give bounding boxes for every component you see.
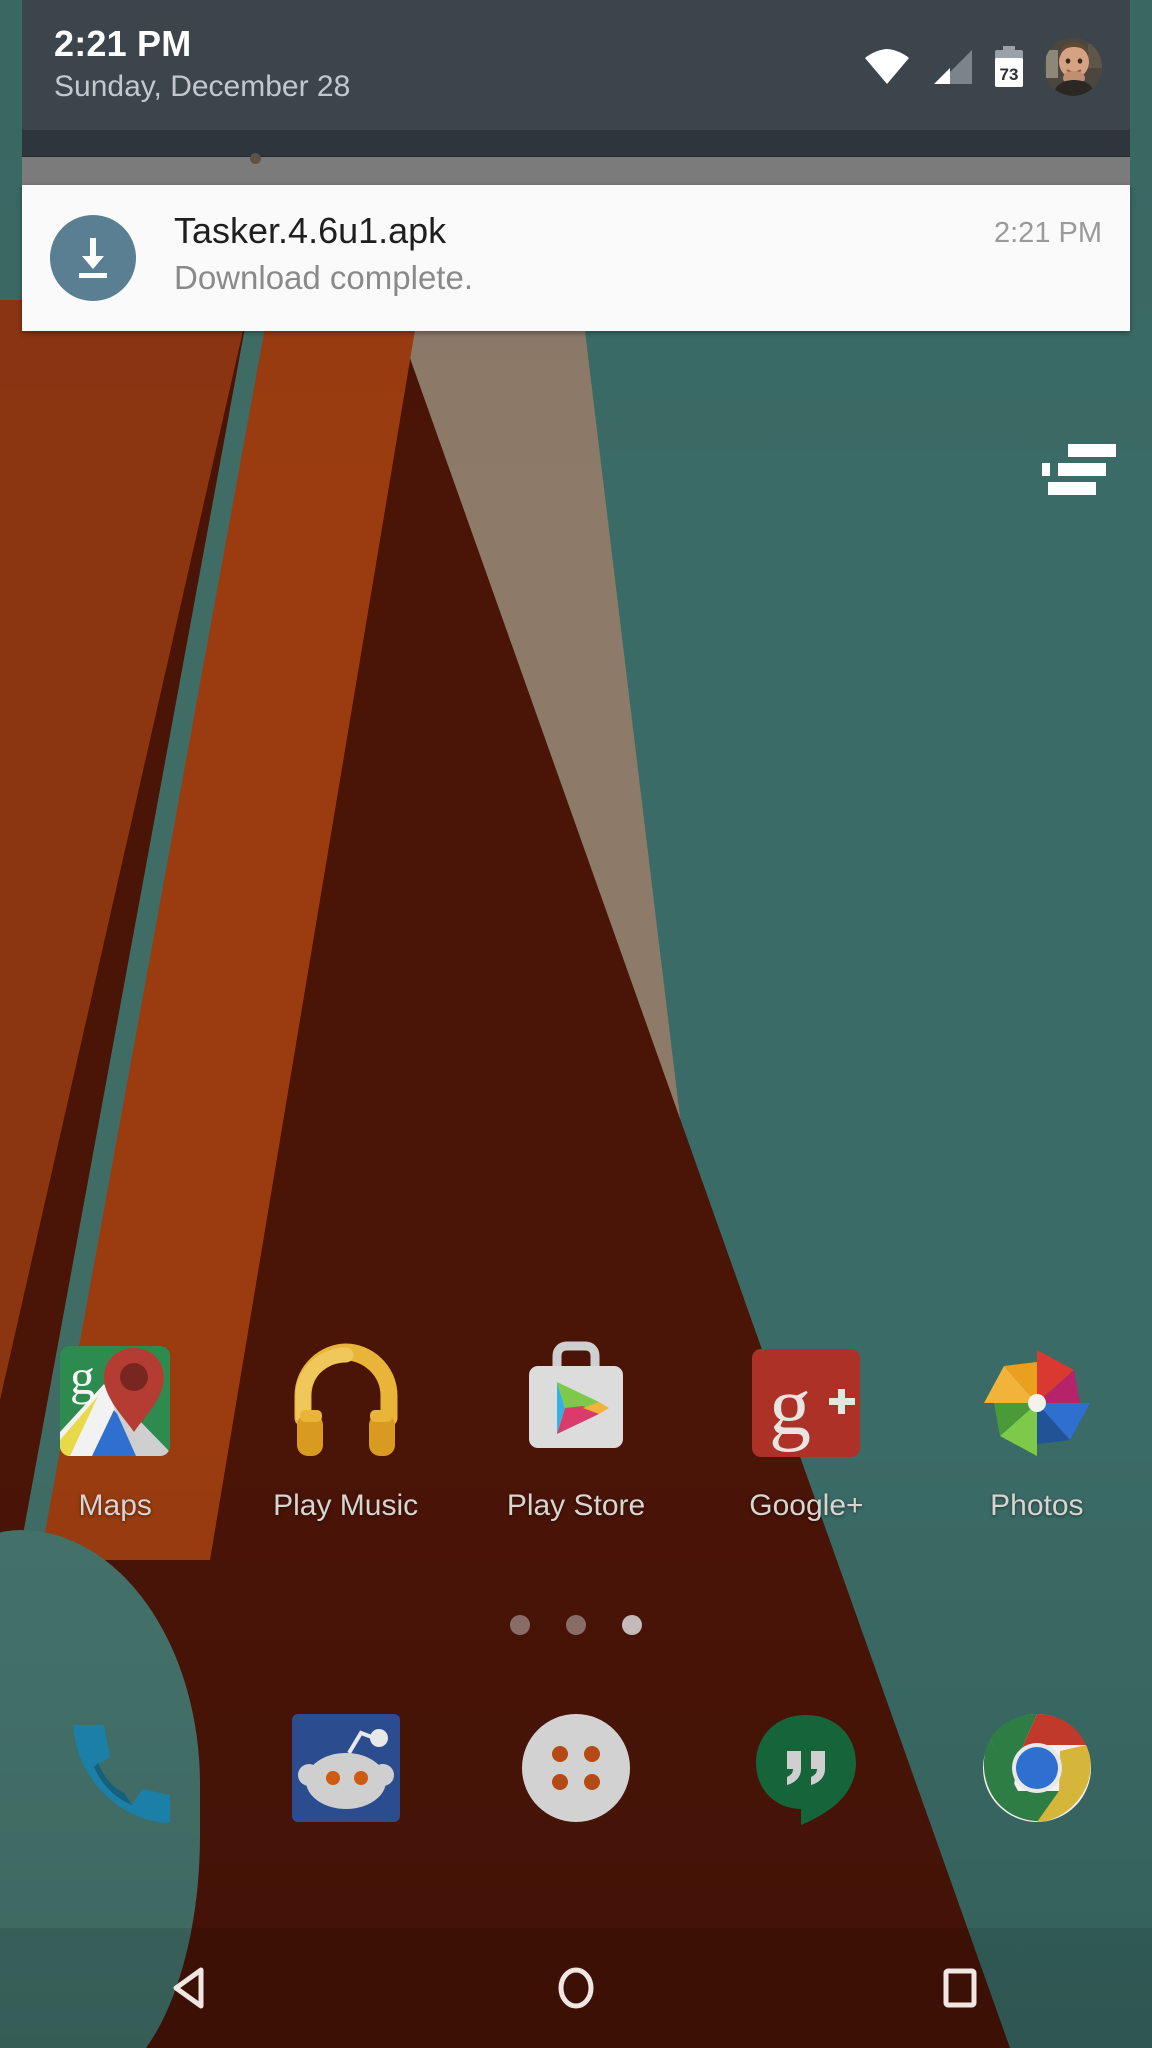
stacked-bars-glyph bbox=[1042, 444, 1116, 495]
notification-text-block: Tasker.4.6u1.apk Download complete. bbox=[174, 207, 930, 301]
notification-download-complete[interactable]: Tasker.4.6u1.apk Download complete. 2:21… bbox=[22, 185, 1130, 331]
app-shortcut-play-music[interactable]: Play Music bbox=[230, 1340, 460, 1524]
app-label: Play Store bbox=[506, 1489, 646, 1522]
page-dot-active[interactable] bbox=[622, 1615, 642, 1635]
notification-subtitle: Download complete. bbox=[174, 259, 473, 296]
battery-icon: 73 bbox=[995, 46, 1023, 87]
app-label: Play Music bbox=[273, 1489, 419, 1522]
dock-item-app-drawer[interactable] bbox=[461, 1705, 691, 1831]
hangouts-icon bbox=[756, 1715, 857, 1825]
google-plus-icon: g bbox=[743, 1340, 869, 1466]
shade-stacked-notification-edge[interactable] bbox=[22, 153, 1130, 185]
app-drawer-icon bbox=[522, 1714, 631, 1822]
nav-recents-button[interactable] bbox=[768, 1928, 1152, 2048]
battery-percent-text: 73 bbox=[1000, 65, 1019, 84]
notification-shade: 2:21 PM Sunday, December 28 73 Tasker.4.… bbox=[22, 0, 1130, 331]
dock-item-phone[interactable] bbox=[0, 1705, 230, 1831]
notification-timestamp: 2:21 PM bbox=[994, 217, 1102, 249]
cellular-signal-icon bbox=[934, 50, 972, 84]
back-icon bbox=[173, 1967, 204, 2009]
reddit-icon bbox=[291, 1714, 400, 1822]
google-maps-icon: g bbox=[52, 1340, 178, 1466]
home-icon bbox=[558, 1967, 594, 2009]
nav-home-button[interactable] bbox=[384, 1928, 768, 2048]
app-label: Google+ bbox=[749, 1489, 864, 1522]
app-icon-grid: g Maps Play Music Play Store g Google+ P… bbox=[0, 1340, 1152, 1524]
dock bbox=[0, 1705, 1152, 1831]
svg-text:g: g bbox=[769, 1360, 811, 1453]
navigation-bar bbox=[0, 1928, 1152, 2048]
download-icon bbox=[50, 215, 136, 301]
google-play-store-icon bbox=[513, 1340, 639, 1466]
status-icons: 73 bbox=[862, 38, 1102, 96]
download-arrow-glyph bbox=[79, 238, 107, 278]
clock-time: 2:21 PM bbox=[54, 23, 192, 64]
google-photos-icon bbox=[974, 1340, 1100, 1466]
page-indicator bbox=[0, 1615, 1152, 1635]
android-home-screen: g Maps Play Music Play Store g Google+ P… bbox=[0, 0, 1152, 2048]
google-play-music-icon bbox=[283, 1340, 409, 1466]
app-label: Maps bbox=[78, 1489, 152, 1522]
recents-icon bbox=[943, 1968, 977, 2008]
dock-item-chrome[interactable] bbox=[922, 1705, 1152, 1831]
page-dot[interactable] bbox=[566, 1615, 586, 1635]
avatar-photo bbox=[1044, 38, 1102, 96]
page-dot[interactable] bbox=[510, 1615, 530, 1635]
wifi-icon bbox=[865, 49, 909, 84]
app-label: Photos bbox=[990, 1489, 1084, 1522]
app-shortcut-play-store[interactable]: Play Store bbox=[461, 1340, 691, 1524]
clock-date: Sunday, December 28 bbox=[54, 70, 351, 103]
shade-header: 2:21 PM Sunday, December 28 73 bbox=[22, 0, 1130, 130]
shade-clock[interactable]: 2:21 PM Sunday, December 28 bbox=[54, 22, 350, 108]
dock-item-hangouts[interactable] bbox=[691, 1705, 921, 1831]
phone-icon bbox=[74, 1725, 171, 1823]
chrome-icon bbox=[982, 1714, 1091, 1822]
svg-text:g: g bbox=[70, 1349, 95, 1405]
nav-back-button[interactable] bbox=[0, 1928, 384, 2048]
app-shortcut-google-plus[interactable]: g Google+ bbox=[691, 1340, 921, 1524]
dock-item-reddit[interactable] bbox=[230, 1705, 460, 1831]
notification-title: Tasker.4.6u1.apk bbox=[174, 210, 447, 251]
app-shortcut-photos[interactable]: Photos bbox=[922, 1340, 1152, 1524]
app-shortcut-maps[interactable]: g Maps bbox=[0, 1340, 230, 1524]
stacked-bars-icon[interactable] bbox=[1034, 440, 1124, 500]
shade-divider-dark bbox=[22, 130, 1130, 157]
user-avatar[interactable] bbox=[1044, 38, 1102, 96]
